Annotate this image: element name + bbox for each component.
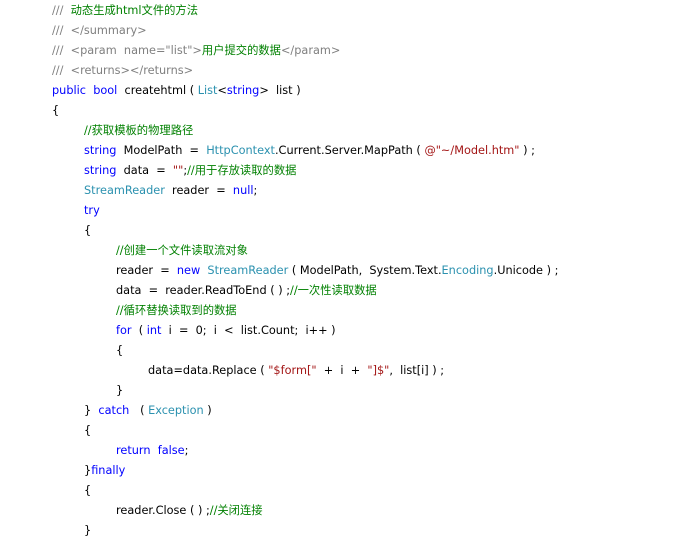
code-token: //循环替换读取到的数据	[116, 304, 237, 317]
code-token: (	[131, 324, 147, 337]
code-line: /// <returns></returns>	[52, 61, 193, 81]
code-token: , list[i] ) ;	[389, 364, 445, 377]
code-token: //获取模板的物理路径	[84, 124, 194, 137]
code-token: int	[146, 324, 162, 337]
code-line: } catch ( Exception )	[84, 401, 212, 421]
code-token: //一次性读取数据	[290, 284, 377, 297]
code-token: string	[84, 144, 117, 157]
code-token: /// <param name="list">	[52, 44, 202, 57]
code-line: {	[84, 481, 91, 501]
code-token: createhtml (	[117, 84, 198, 97]
code-token: try	[84, 204, 100, 217]
code-line: public bool createhtml ( List<string> li…	[52, 81, 301, 101]
code-token: //用于存放读取的数据	[187, 164, 297, 177]
code-token: ;	[253, 184, 258, 197]
code-token: finally	[91, 464, 126, 477]
code-token: }	[84, 404, 99, 417]
code-token: null	[232, 184, 254, 197]
code-token: {	[116, 344, 124, 357]
code-token: bool	[93, 84, 118, 97]
code-token: }	[116, 384, 124, 397]
code-token: ///	[52, 4, 71, 17]
code-token: //关闭连接	[209, 504, 263, 517]
code-line: }	[116, 381, 123, 401]
code-token: data=data.Replace (	[148, 364, 269, 377]
code-line: reader = new StreamReader ( ModelPath, S…	[116, 261, 558, 281]
code-token: List	[197, 84, 218, 97]
code-token: <	[217, 84, 227, 97]
code-token: ;	[184, 444, 189, 457]
code-token: reader =	[164, 184, 233, 197]
code-token: StreamReader	[207, 264, 289, 277]
code-token: @"~/Model.htm"	[424, 144, 520, 157]
code-token: Encoding	[441, 264, 494, 277]
code-token: new	[176, 264, 201, 277]
code-token: > list )	[259, 84, 301, 97]
code-token: //创建一个文件读取流对象	[116, 244, 248, 257]
code-token: )	[203, 404, 212, 417]
code-line: StreamReader reader = null;	[84, 181, 257, 201]
code-token: data =	[116, 164, 173, 177]
code-token: {	[84, 424, 92, 437]
code-token: .Current.Server.MapPath (	[274, 144, 425, 157]
code-token: "]$"	[367, 364, 390, 377]
code-token: for	[116, 324, 132, 337]
code-token: return	[116, 444, 151, 457]
code-token: }	[84, 524, 92, 537]
code-line: string data = "";//用于存放读取的数据	[84, 161, 296, 181]
code-line: reader.Close ( ) ;//关闭连接	[116, 501, 263, 521]
code-line: //获取模板的物理路径	[84, 121, 193, 141]
code-token: /// </summary>	[52, 24, 147, 37]
code-line: string ModelPath = HttpContext.Current.S…	[84, 141, 535, 161]
code-token: {	[52, 104, 60, 117]
code-token: "$form["	[268, 364, 317, 377]
code-line: }	[84, 521, 91, 541]
code-token: /// <returns></returns>	[52, 64, 194, 77]
code-line: for ( int i = 0; i < list.Count; i++ )	[116, 321, 336, 341]
code-line: //创建一个文件读取流对象	[116, 241, 248, 261]
code-token: ModelPath =	[116, 144, 207, 157]
code-token: data = reader.ReadToEnd ( ) ;	[116, 284, 291, 297]
code-line: {	[116, 341, 123, 361]
code-token: {	[84, 484, 92, 497]
code-token: Exception	[148, 404, 204, 417]
code-line: /// </summary>	[52, 21, 147, 41]
code-token: false	[157, 444, 185, 457]
code-token: HttpContext	[206, 144, 275, 157]
code-token: ) ;	[519, 144, 535, 157]
code-token: i = 0; i < list.Count; i++ )	[161, 324, 336, 337]
code-token: StreamReader	[84, 184, 165, 197]
code-token: reader.Close ( ) ;	[116, 504, 210, 517]
code-line: /// 动态生成html文件的方法	[52, 1, 198, 21]
code-token: (	[129, 404, 149, 417]
code-listing: /// 动态生成html文件的方法 /// </summary> /// <para…	[0, 0, 687, 544]
code-line: {	[84, 421, 91, 441]
code-line: {	[84, 221, 91, 241]
code-line: return false;	[116, 441, 188, 461]
code-token: 用户提交的数据	[201, 44, 281, 57]
code-token: reader =	[116, 264, 177, 277]
code-token: 动态生成html文件的方法	[70, 4, 199, 17]
code-token: string	[226, 84, 260, 97]
code-token: catch	[98, 404, 130, 417]
code-token: string	[84, 164, 117, 177]
code-token: ( ModelPath, System.Text.	[288, 264, 442, 277]
code-token: {	[84, 224, 92, 237]
code-token: </param>	[280, 44, 341, 57]
code-token: + i +	[316, 364, 368, 377]
code-token: ""	[172, 164, 184, 177]
code-line: data = reader.ReadToEnd ( ) ;//一次性读取数据	[116, 281, 377, 301]
code-line: /// <param name="list">用户提交的数据</param>	[52, 41, 340, 61]
code-line: data=data.Replace ( "$form[" + i + "]$",…	[148, 361, 444, 381]
code-token: .Unicode ) ;	[493, 264, 559, 277]
code-line: try	[84, 201, 100, 221]
code-token: public	[52, 84, 86, 97]
code-line: }finally	[84, 461, 125, 481]
code-line: //循环替换读取到的数据	[116, 301, 237, 321]
code-line: {	[52, 101, 59, 121]
